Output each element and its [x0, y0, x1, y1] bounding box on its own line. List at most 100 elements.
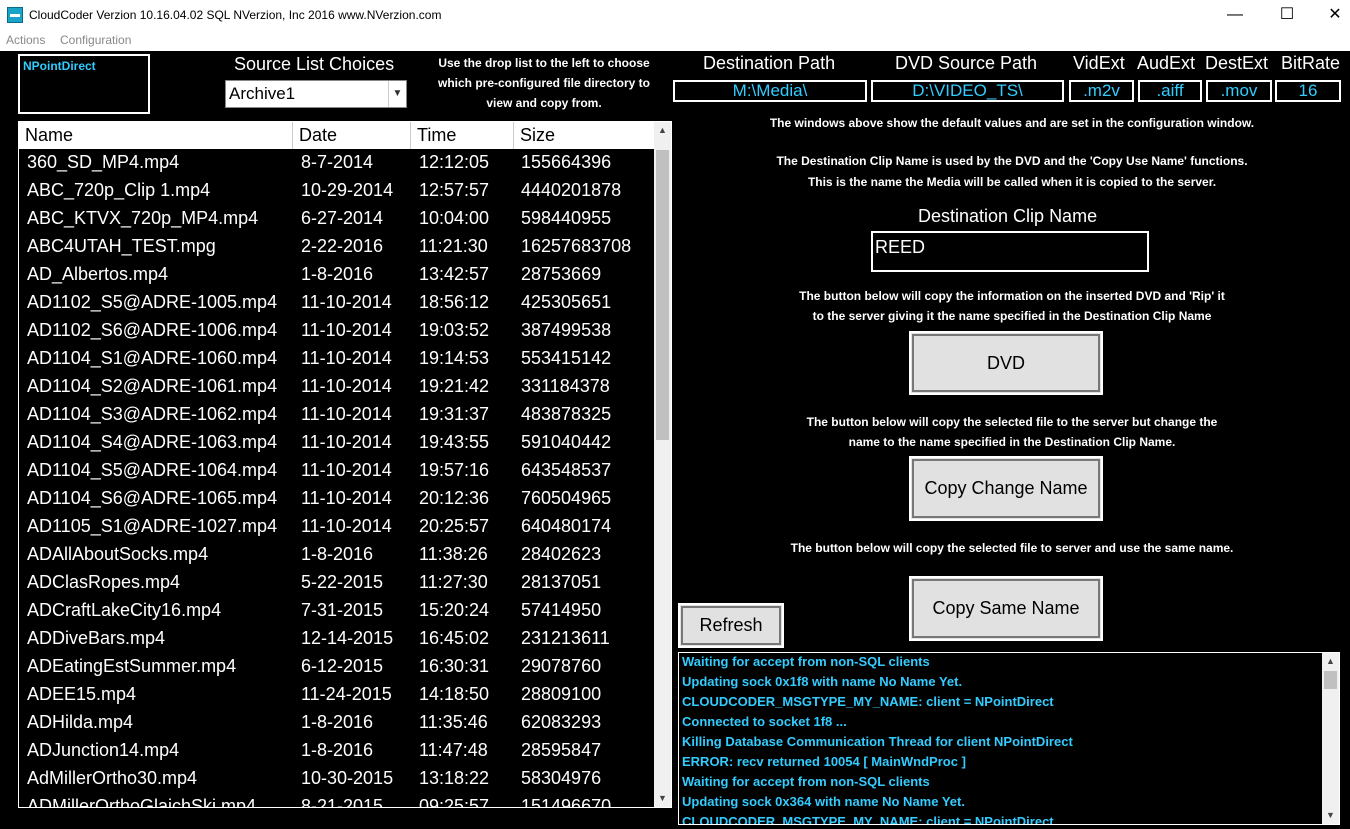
table-row[interactable]: ADDiveBars.mp4 12-14-2015 16:45:02 23121361… [19, 625, 655, 653]
scroll-up-icon[interactable]: ▲ [654, 122, 671, 139]
scroll-thumb[interactable] [1324, 671, 1337, 689]
maximize-button[interactable]: ☐ [1264, 0, 1310, 31]
cell-name: AD1104_S4@ADRE-1063.mp4 [27, 432, 278, 452]
npoint-panel: NPointDirect [18, 54, 150, 114]
table-row[interactable]: ADHilda.mp4 1-8-2016 11:35:46 62083293 [19, 709, 655, 737]
cell-date: 11-10-2014 [301, 488, 392, 508]
table-row[interactable]: ADEatingEstSummer.mp4 6-12-2015 16:30:31 29… [19, 653, 655, 681]
table-row[interactable]: ADClasRopes.mp4 5-22-2015 11:27:30 28137051 [19, 569, 655, 597]
table-row[interactable]: AD1104_S2@ADRE-1061.mp4 11-10-2014 19:21:4… [19, 373, 655, 401]
source-list-dropdown[interactable]: Archive1 ▼ [225, 80, 407, 108]
file-list[interactable]: Name Date Time Size 360_SD_MP4.mp4 8-7-20… [18, 121, 672, 808]
cell-name: ADAllAboutSocks.mp4 [27, 544, 209, 564]
cell-size: 640480174 [521, 516, 612, 536]
scroll-up-icon[interactable]: ▲ [1322, 653, 1339, 670]
menu-actions[interactable]: Actions [6, 33, 45, 47]
cell-time: 19:31:37 [419, 404, 490, 424]
app-icon [7, 7, 23, 23]
cell-size: 425305651 [521, 292, 612, 312]
scroll-thumb[interactable] [656, 150, 669, 440]
log-panel[interactable]: Waiting for accept from non-SQL clients U… [678, 652, 1340, 825]
log-line: Connected to socket 1f8 ... [682, 714, 847, 729]
column-header-date[interactable]: Date [293, 122, 411, 149]
column-header-name[interactable]: Name [19, 122, 293, 149]
table-row[interactable]: ADCraftLakeCity16.mp4 7-31-2015 15:20:24 57… [19, 597, 655, 625]
cell-name: AD1102_S5@ADRE-1005.mp4 [27, 292, 278, 312]
bitrate-label: BitRate [1281, 53, 1341, 73]
table-row[interactable]: AD1102_S5@ADRE-1005.mp4 11-10-2014 18:56:1… [19, 289, 655, 317]
table-row[interactable]: ADMillerOrthoGlaichSki.mp4 8-21-2015 09:25… [19, 793, 655, 808]
minimize-button[interactable]: — [1212, 0, 1258, 31]
cell-name: AD1104_S3@ADRE-1062.mp4 [27, 404, 278, 424]
cell-size: 155664396 [521, 152, 612, 172]
cell-name: ADEE15.mp4 [27, 684, 137, 704]
cell-time: 16:45:02 [419, 628, 490, 648]
cell-date: 6-12-2015 [301, 656, 384, 676]
cell-date: 11-10-2014 [301, 348, 392, 368]
scroll-down-icon[interactable]: ▼ [654, 790, 671, 807]
cell-size: 760504965 [521, 488, 612, 508]
chevron-down-icon[interactable]: ▼ [388, 81, 406, 107]
log-line: CLOUDCODER_MSGTYPE_MY_NAME: client = NPo… [682, 694, 1054, 709]
cell-time: 19:57:16 [419, 460, 490, 480]
cell-size: 4440201878 [521, 180, 622, 200]
source-list-value: Archive1 [229, 84, 296, 103]
cell-name: ADCraftLakeCity16.mp4 [27, 600, 222, 620]
table-row[interactable]: ADJunction14.mp4 1-8-2016 11:47:48 28595847 [19, 737, 655, 765]
table-row[interactable]: ADAllAboutSocks.mp4 1-8-2016 11:38:26 28402… [19, 541, 655, 569]
cell-time: 09:25:57 [419, 796, 490, 808]
copy-change-name-button[interactable]: Copy Change Name [909, 456, 1103, 521]
cell-date: 6-27-2014 [301, 208, 384, 228]
table-row[interactable]: AD1104_S5@ADRE-1064.mp4 11-10-2014 19:57:1… [19, 457, 655, 485]
cell-date: 1-8-2016 [301, 544, 374, 564]
table-row[interactable]: AdMillerOrtho30.mp4 10-30-2015 13:18:22 583… [19, 765, 655, 793]
table-row[interactable]: ABC_720p_Clip 1.mp4 10-29-2014 12:57:57 444… [19, 177, 655, 205]
cell-name: ADEatingEstSummer.mp4 [27, 656, 237, 676]
destext-field: .mov [1206, 80, 1272, 102]
table-row[interactable]: AD_Albertos.mp4 1-8-2016 13:42:57 28753669 [19, 261, 655, 289]
file-list-scrollbar[interactable]: ▲ ▼ [654, 122, 671, 807]
refresh-button[interactable]: Refresh [678, 603, 784, 648]
cell-date: 11-10-2014 [301, 432, 392, 452]
cell-time: 19:21:42 [419, 376, 490, 396]
cell-time: 11:21:30 [419, 236, 488, 256]
table-row[interactable]: AD1105_S1@ADRE-1027.mp4 11-10-2014 20:25:5… [19, 513, 655, 541]
table-row[interactable]: AD1104_S1@ADRE-1060.mp4 11-10-2014 19:14:5… [19, 345, 655, 373]
destext-label: DestExt [1205, 53, 1269, 73]
table-row[interactable]: AD1102_S6@ADRE-1006.mp4 11-10-2014 19:03:5… [19, 317, 655, 345]
cell-date: 5-22-2015 [301, 572, 384, 592]
column-header-size[interactable]: Size [514, 122, 655, 149]
dvd-button[interactable]: DVD [909, 331, 1103, 395]
copy-same-name-button[interactable]: Copy Same Name [909, 576, 1103, 641]
cell-size: 29078760 [521, 656, 602, 676]
cell-time: 12:12:05 [419, 152, 490, 172]
table-row[interactable]: ADEE15.mp4 11-24-2015 14:18:50 28809100 [19, 681, 655, 709]
cell-size: 28809100 [521, 684, 602, 704]
table-row[interactable]: ABC_KTVX_720p_MP4.mp4 6-27-2014 10:04:00 59… [19, 205, 655, 233]
column-header-time[interactable]: Time [411, 122, 514, 149]
destination-path-label: Destination Path [703, 53, 836, 73]
cell-date: 10-29-2014 [301, 180, 394, 200]
cell-size: 151496670 [521, 796, 612, 808]
bitrate-field: 16 [1275, 80, 1341, 102]
close-button[interactable]: ✕ [1312, 0, 1350, 31]
cell-size: 16257683708 [521, 236, 632, 256]
table-row[interactable]: ABC4UTAH_TEST.mpg 2-22-2016 11:21:30 162576… [19, 233, 655, 261]
cell-date: 7-31-2015 [301, 600, 384, 620]
audext-field: .aiff [1138, 80, 1202, 102]
cell-time: 12:57:57 [419, 180, 490, 200]
scroll-down-icon[interactable]: ▼ [1322, 807, 1339, 824]
cell-time: 15:20:24 [419, 600, 490, 620]
table-row[interactable]: 360_SD_MP4.mp4 8-7-2014 12:12:05 155664396 [19, 149, 655, 177]
cell-time: 11:38:26 [419, 544, 488, 564]
cell-time: 10:04:00 [419, 208, 490, 228]
log-scrollbar[interactable]: ▲ ▼ [1322, 653, 1339, 824]
source-list-label: Source List Choices [234, 54, 395, 74]
cell-size: 483878325 [521, 404, 612, 424]
destination-clip-name-input[interactable]: REED [871, 231, 1149, 272]
table-row[interactable]: AD1104_S3@ADRE-1062.mp4 11-10-2014 19:31:3… [19, 401, 655, 429]
table-row[interactable]: AD1104_S6@ADRE-1065.mp4 11-10-2014 20:12:3… [19, 485, 655, 513]
menu-configuration[interactable]: Configuration [60, 33, 131, 47]
cell-name: ABC4UTAH_TEST.mpg [27, 236, 216, 256]
table-row[interactable]: AD1104_S4@ADRE-1063.mp4 11-10-2014 19:43:5… [19, 429, 655, 457]
